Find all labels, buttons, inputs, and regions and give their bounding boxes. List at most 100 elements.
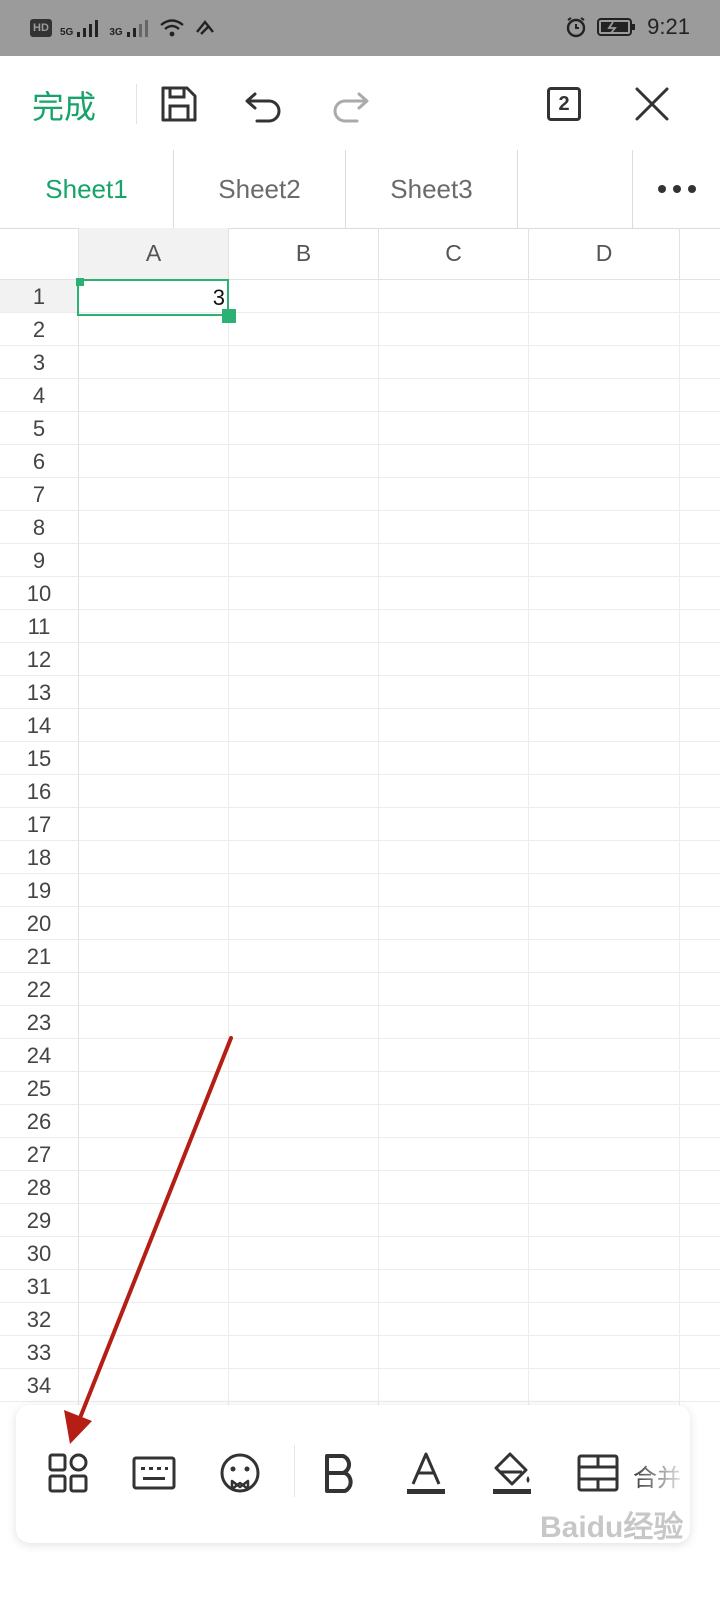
row-header-7[interactable]: 7	[0, 478, 79, 511]
row-header-18[interactable]: 18	[0, 841, 79, 874]
row-header-22[interactable]: 22	[0, 973, 79, 1006]
grid-hline	[79, 741, 720, 742]
watermark: Baidu经验	[540, 1511, 684, 1544]
tab-sheet2[interactable]: Sheet2	[174, 150, 346, 228]
selection-handle-start[interactable]	[76, 278, 84, 286]
row-header-19[interactable]: 19	[0, 874, 79, 907]
row-header-10[interactable]: 10	[0, 577, 79, 610]
grid-vline	[679, 280, 680, 1408]
grid-hline	[79, 609, 720, 610]
keyboard-button[interactable]	[126, 1443, 182, 1503]
spreadsheet-grid[interactable]: A B C D 1 2 3 4 5 6 7 8 9 10 11 12 13 14 15 16 17 18 19 20 2…	[0, 228, 720, 1408]
column-header-c[interactable]: C	[379, 228, 529, 280]
window-count-badge: 2	[547, 87, 581, 121]
more-icon	[657, 185, 696, 193]
apps-button[interactable]	[40, 1443, 96, 1503]
row-header-9[interactable]: 9	[0, 544, 79, 577]
row-header-30[interactable]: 30	[0, 1237, 79, 1270]
row-header-6[interactable]: 6	[0, 445, 79, 478]
row-header-20[interactable]: 20	[0, 907, 79, 940]
column-header-d[interactable]: D	[529, 228, 680, 280]
row-header-34[interactable]: 34	[0, 1369, 79, 1402]
grid-hline	[79, 1368, 720, 1369]
column-header-b[interactable]: B	[229, 228, 379, 280]
row-header-28[interactable]: 28	[0, 1171, 79, 1204]
row-header-32[interactable]: 32	[0, 1303, 79, 1336]
window-count-button[interactable]: 2	[538, 78, 590, 130]
emoji-button[interactable]	[212, 1443, 268, 1503]
bold-button[interactable]	[312, 1443, 368, 1503]
row-header-25[interactable]: 25	[0, 1072, 79, 1105]
grid-hline	[79, 444, 720, 445]
redo-button[interactable]	[324, 78, 376, 130]
status-time: 9:21	[647, 14, 690, 39]
row-header-33[interactable]: 33	[0, 1336, 79, 1369]
keyboard-icon	[132, 1456, 176, 1490]
row-header-17[interactable]: 17	[0, 808, 79, 841]
grid-hline	[79, 1170, 720, 1171]
grid-hline	[79, 675, 720, 676]
grid-vline	[228, 280, 229, 1408]
grid-hline	[79, 972, 720, 973]
merge-cells-button[interactable]	[570, 1443, 626, 1503]
grid-vline	[378, 280, 379, 1408]
status-left-icons: HD 5G 3G	[30, 18, 217, 38]
row-header-16[interactable]: 16	[0, 775, 79, 808]
row-header-8[interactable]: 8	[0, 511, 79, 544]
save-icon	[161, 86, 197, 122]
sheet-tabs: Sheet1 Sheet2 Sheet3	[0, 150, 720, 229]
emoji-icon	[220, 1453, 260, 1493]
row-header-27[interactable]: 27	[0, 1138, 79, 1171]
5g-label: 5G	[60, 27, 74, 38]
grid-hline	[79, 642, 720, 643]
row-header-1[interactable]: 1	[0, 280, 79, 313]
grid-hline	[79, 1038, 720, 1039]
grid-hline	[79, 543, 720, 544]
row-header-31[interactable]: 31	[0, 1270, 79, 1303]
row-header-26[interactable]: 26	[0, 1105, 79, 1138]
column-header-a[interactable]: A	[79, 228, 229, 280]
font-color-button[interactable]	[398, 1443, 454, 1503]
row-header-4[interactable]: 4	[0, 379, 79, 412]
app-toolbar: 完成 2	[0, 56, 720, 151]
status-right: 9:21	[565, 14, 690, 40]
row-header-15[interactable]: 15	[0, 742, 79, 775]
row-header-13[interactable]: 13	[0, 676, 79, 709]
grid-hline	[79, 411, 720, 412]
merge-cells-icon	[577, 1454, 619, 1492]
grid-hline	[79, 1236, 720, 1237]
grid-hline	[79, 807, 720, 808]
fill-color-button[interactable]	[484, 1443, 540, 1503]
tab-sheet1[interactable]: Sheet1	[0, 150, 174, 228]
row-header-2[interactable]: 2	[0, 313, 79, 346]
apps-icon	[48, 1453, 88, 1493]
grid-hline	[79, 477, 720, 478]
row-header-5[interactable]: 5	[0, 412, 79, 445]
select-all-corner[interactable]	[0, 228, 79, 280]
row-header-12[interactable]: 12	[0, 643, 79, 676]
more-sheets-button[interactable]	[632, 150, 720, 228]
row-header-11[interactable]: 11	[0, 610, 79, 643]
row-header-14[interactable]: 14	[0, 709, 79, 742]
tab-sheet3[interactable]: Sheet3	[346, 150, 518, 228]
close-button[interactable]	[626, 78, 678, 130]
selection-handle-end[interactable]	[222, 309, 236, 323]
undo-button[interactable]	[238, 78, 290, 130]
done-button[interactable]: 完成	[32, 82, 96, 128]
hd-icon: HD	[30, 19, 52, 37]
grid-hline	[79, 510, 720, 511]
row-header-3[interactable]: 3	[0, 346, 79, 379]
grid-hline	[79, 1269, 720, 1270]
grid-vline	[528, 280, 529, 1408]
column-header-e[interactable]	[680, 228, 720, 280]
cell-a1[interactable]: 3	[77, 279, 229, 316]
save-button[interactable]	[153, 78, 205, 130]
row-header-23[interactable]: 23	[0, 1006, 79, 1039]
grid-hline	[79, 1005, 720, 1006]
row-header-24[interactable]: 24	[0, 1039, 79, 1072]
grid-hline	[79, 939, 720, 940]
toolbar-divider	[136, 84, 137, 124]
grid-hline	[79, 840, 720, 841]
row-header-21[interactable]: 21	[0, 940, 79, 973]
row-header-29[interactable]: 29	[0, 1204, 79, 1237]
